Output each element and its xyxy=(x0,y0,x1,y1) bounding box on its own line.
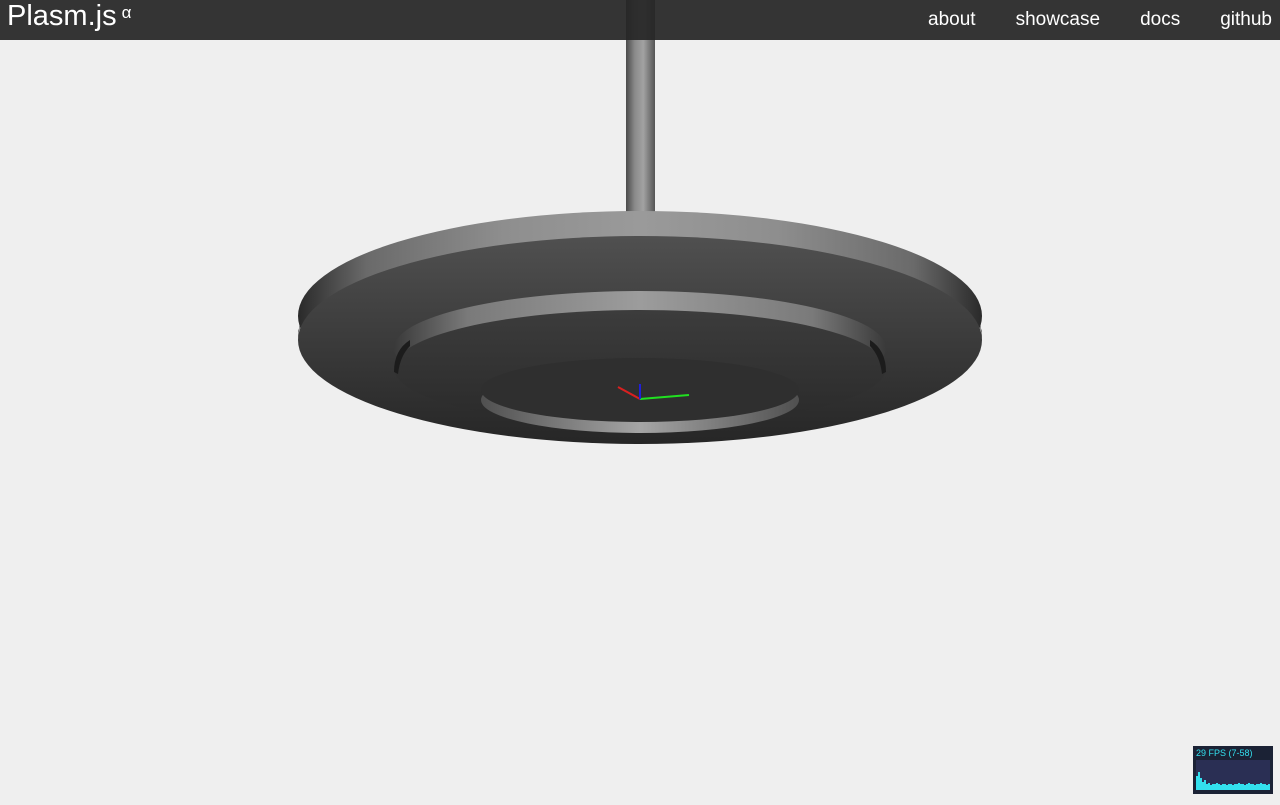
3d-viewport[interactable] xyxy=(0,0,1280,800)
nav-docs-link[interactable]: docs xyxy=(1140,0,1180,40)
fps-stats-panel[interactable]: 29 FPS (7-58) xyxy=(1193,746,1273,794)
top-navbar: Plasm.js α about showcase docs github xyxy=(0,0,1280,40)
nav-about-link[interactable]: about xyxy=(928,0,976,40)
nav-showcase-link[interactable]: showcase xyxy=(1016,0,1101,40)
fps-readout: 29 FPS (7-58) xyxy=(1196,748,1253,758)
3d-scene[interactable] xyxy=(0,0,1280,800)
main-nav: about showcase docs github xyxy=(928,0,1272,40)
brand-name: Plasm.js xyxy=(7,0,117,32)
fps-graph xyxy=(1196,760,1270,790)
nav-github-link[interactable]: github xyxy=(1220,0,1272,40)
brand-alpha-badge: α xyxy=(121,3,132,22)
fps-graph-bars xyxy=(1196,772,1270,790)
brand-logo[interactable]: Plasm.js α xyxy=(7,0,131,40)
